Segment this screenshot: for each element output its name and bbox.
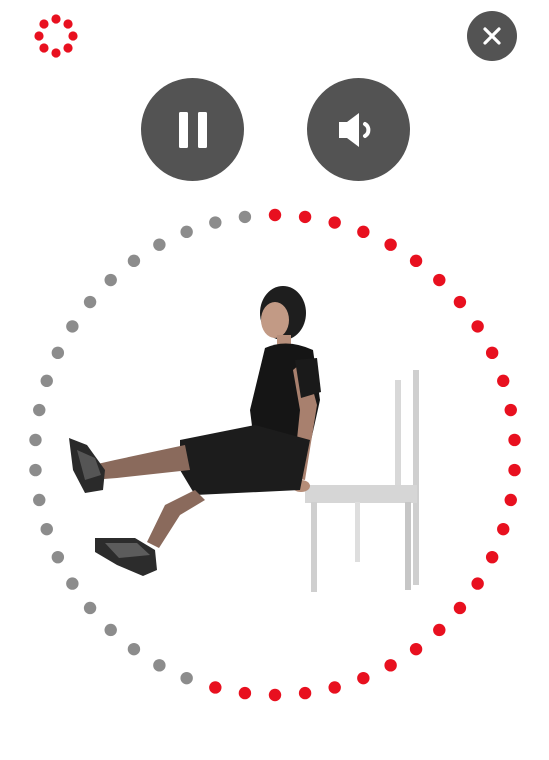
- progress-dot-completed: [409, 642, 423, 656]
- sound-button[interactable]: [307, 78, 410, 181]
- progress-dot-completed: [357, 671, 370, 685]
- progress-dot-remaining: [127, 254, 141, 268]
- loader-dot: [68, 31, 78, 41]
- exercise-illustration: [69, 286, 419, 592]
- loader-dot: [51, 14, 61, 24]
- progress-dot-completed: [268, 208, 282, 222]
- progress-dot-completed: [485, 550, 499, 564]
- progress-dot-completed: [298, 210, 312, 224]
- loader-dot: [51, 48, 61, 58]
- progress-dot-completed: [238, 686, 252, 700]
- progress-dot-remaining: [209, 216, 222, 229]
- progress-dot-remaining: [29, 433, 42, 447]
- progress-dot-completed: [384, 659, 397, 672]
- pause-icon: [178, 111, 207, 148]
- chair-image: [305, 370, 419, 592]
- loading-dots-icon: [34, 14, 78, 58]
- progress-dot-remaining: [127, 642, 141, 656]
- progress-dot-completed: [497, 522, 510, 536]
- progress-dot-completed: [328, 216, 341, 229]
- progress-dot-remaining: [40, 374, 53, 388]
- progress-dot-remaining: [33, 403, 46, 417]
- progress-dot-completed: [357, 225, 370, 239]
- progress-dot-completed: [298, 686, 312, 700]
- progress-dot-remaining: [238, 210, 252, 224]
- progress-dot-completed: [453, 601, 467, 615]
- progress-dot-completed: [409, 254, 423, 268]
- progress-dot-completed: [328, 681, 341, 694]
- progress-dot-remaining: [104, 623, 117, 637]
- progress-dot-completed: [471, 320, 484, 333]
- progress-dot-completed: [384, 238, 397, 251]
- progress-dot-remaining: [153, 659, 166, 672]
- progress-dot-completed: [504, 403, 517, 417]
- progress-dot-remaining: [40, 522, 53, 536]
- progress-dot-completed: [504, 493, 517, 507]
- progress-dot-completed: [471, 577, 484, 590]
- progress-dot-remaining: [180, 671, 193, 685]
- pause-button[interactable]: [141, 78, 244, 181]
- progress-dot-completed: [268, 688, 282, 702]
- progress-dot-completed: [508, 463, 521, 477]
- progress-dot-completed: [453, 295, 467, 309]
- loader-dot: [39, 43, 49, 53]
- loader-dot: [63, 19, 73, 29]
- progress-dot-remaining: [33, 493, 46, 507]
- close-button[interactable]: [467, 11, 517, 61]
- progress-dot-remaining: [29, 463, 42, 477]
- loader-dot: [39, 19, 49, 29]
- progress-dot-completed: [497, 374, 510, 388]
- progress-dot-remaining: [180, 225, 193, 239]
- speaker-icon: [338, 112, 370, 147]
- person-image: [69, 286, 321, 576]
- progress-dot-completed: [508, 433, 521, 447]
- loader-dot: [34, 31, 44, 41]
- progress-dot-completed: [209, 681, 222, 694]
- loader-dot: [63, 43, 73, 53]
- progress-dot-remaining: [153, 238, 166, 251]
- progress-dot-completed: [433, 623, 446, 637]
- close-icon: [483, 27, 501, 45]
- progress-dot-completed: [485, 346, 499, 360]
- progress-dot-remaining: [83, 601, 97, 615]
